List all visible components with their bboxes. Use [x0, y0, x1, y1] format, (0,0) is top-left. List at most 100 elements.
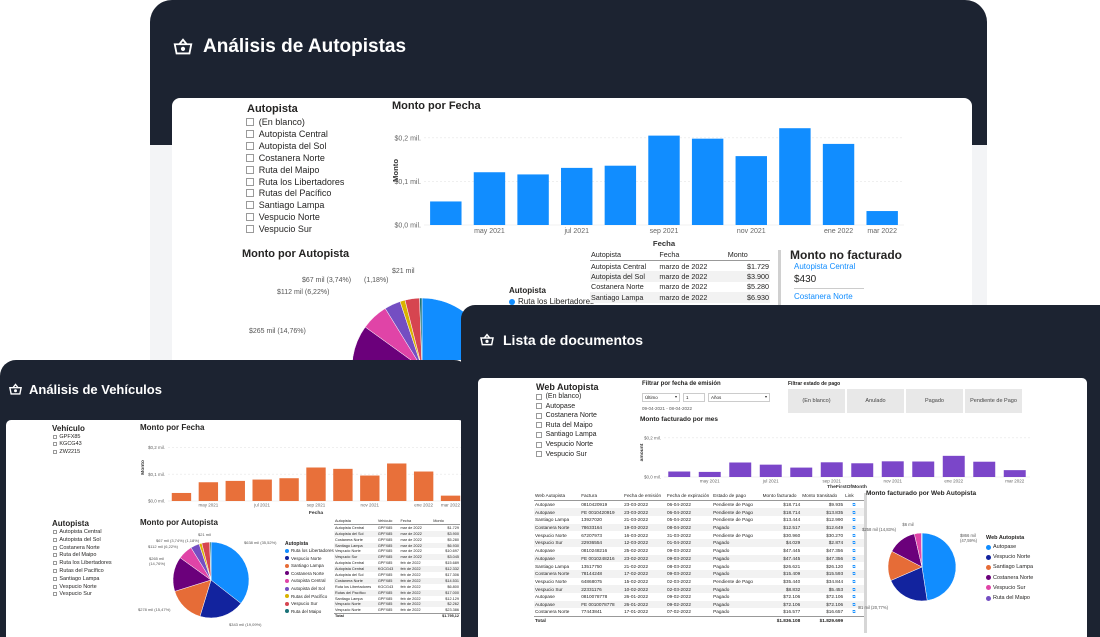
web-autopista-slicer-item[interactable]: Ruta del Maipo: [536, 422, 593, 429]
column-header[interactable]: Web Autopista: [534, 491, 581, 502]
vehiculo-slicer-item[interactable]: ZW2215: [53, 449, 80, 455]
checkbox-icon[interactable]: [536, 431, 542, 438]
column-header[interactable]: Fecha: [658, 248, 727, 261]
table-row[interactable]: Autopase FE 0010248216 23-02-2022 09-03-202…: [534, 554, 864, 563]
estado-option-button[interactable]: (En blanco): [788, 389, 845, 413]
web-autopista-slicer-item[interactable]: Vespucio Sur: [536, 451, 587, 458]
checkbox-icon[interactable]: [53, 561, 57, 566]
checkbox-icon[interactable]: [53, 569, 57, 573]
checkbox-icon[interactable]: [536, 393, 542, 400]
table-row[interactable]: Autopase 0810078778 26-01-2022 09-02-2022 Pa…: [534, 592, 864, 601]
table-row[interactable]: Autopase 0810420919 23-03-2022 06-04-2022 Pe…: [534, 500, 864, 509]
checkbox-icon[interactable]: [536, 441, 542, 448]
table-row[interactable]: Vespucio Sur 22331176 10-02-2022 02-03-2022…: [534, 585, 864, 593]
table-row[interactable]: Vespucio Norte 64868075 15-02-2022 02-03-20…: [534, 577, 864, 586]
column-header[interactable]: Monto: [726, 248, 770, 261]
checkbox-icon[interactable]: [53, 584, 57, 589]
checkbox-icon[interactable]: [536, 403, 542, 410]
web-autopista-slicer-item[interactable]: Costanera Norte: [536, 412, 597, 419]
vehiculo-autopista-slicer-item[interactable]: Ruta del Maipo: [53, 552, 96, 558]
vehiculo-autopista-slicer-item[interactable]: Autopista Central: [53, 529, 102, 535]
estado-option-button[interactable]: Pagado: [906, 389, 963, 413]
checkbox-icon[interactable]: [53, 545, 57, 550]
web-autopista-slicer-item[interactable]: (En blanco): [536, 393, 581, 400]
x-tick-label: jul 2021: [762, 479, 779, 484]
autopista-slicer-item[interactable]: Vespucio Norte: [246, 212, 320, 222]
vehiculo-autopista-slicer-item[interactable]: Vespucio Norte: [53, 584, 97, 590]
estado-option-button[interactable]: Anulado: [847, 389, 904, 413]
vehiculo-slicer-item[interactable]: KGCG43: [53, 441, 82, 447]
web-autopista-slicer-item[interactable]: Vespucio Norte: [536, 441, 593, 448]
column-header[interactable]: Autopista: [334, 517, 377, 526]
autopista-slicer-item[interactable]: Vespucio Sur: [246, 224, 312, 234]
vehiculo-slicer-item[interactable]: GPFX85: [53, 434, 80, 440]
checkbox-icon[interactable]: [246, 141, 254, 150]
checkbox-icon[interactable]: [536, 412, 542, 419]
table-row[interactable]: Santiago Lampa 13517750 21-02-2022 08-03-20…: [534, 562, 864, 570]
table-row[interactable]: Vespucio Sur 22936554 12-03-2022 01-04-2022…: [534, 539, 864, 547]
column-header[interactable]: Monto transitado: [801, 491, 845, 502]
column-header[interactable]: Fecha de expiración: [665, 491, 713, 502]
column-header[interactable]: Monto: [432, 517, 460, 526]
autopista-slicer-item[interactable]: Autopista del Sol: [246, 141, 326, 151]
checkbox-icon[interactable]: [246, 213, 254, 222]
column-header[interactable]: Factura: [580, 491, 624, 502]
checkbox-icon[interactable]: [246, 177, 254, 186]
checkbox-icon[interactable]: [246, 225, 254, 234]
checkbox-icon[interactable]: [53, 576, 57, 581]
web-autopista-slicer-item[interactable]: Santiago Lampa: [536, 431, 597, 438]
checkbox-icon[interactable]: [246, 165, 254, 174]
vehiculo-autopista-slicer-item[interactable]: Santiago Lampa: [53, 576, 99, 582]
vehiculo-autopista-slicer-item[interactable]: Ruta los Libertadores: [53, 560, 112, 566]
table-row[interactable]: Costanera Norte 78633164 19-03-2022 08-04-2…: [534, 523, 864, 532]
table-row[interactable]: Autopase FE 0010078778 26-01-2022 09-02-202…: [534, 600, 864, 609]
table-row[interactable]: Costanera Norte marzo de 2022 $5.280: [590, 281, 770, 292]
checkbox-icon[interactable]: [246, 129, 254, 138]
autopista-slicer-item[interactable]: Ruta del Maipo: [246, 165, 319, 175]
autopista-slicer-item[interactable]: Ruta los Libertadores: [246, 177, 344, 187]
filter-unit-dropdown[interactable]: Años ▾: [708, 393, 770, 402]
checkbox-icon[interactable]: [53, 537, 57, 542]
table-row[interactable]: Autopista del Sol marzo de 2022 $3.900: [590, 271, 770, 282]
column-header[interactable]: Estado de pago: [712, 491, 762, 502]
table-row[interactable]: Costanera Norte 77443841 17-01-2022 07-02-2…: [534, 608, 864, 616]
column-header[interactable]: Link: [844, 491, 864, 502]
autopista-slicer-item[interactable]: Rutas del Pacífico: [246, 188, 331, 198]
checkbox-icon[interactable]: [53, 530, 57, 534]
column-header[interactable]: Vehículo: [376, 517, 400, 526]
table-row[interactable]: Autopista Central marzo de 2022 $1.729: [590, 260, 770, 271]
checkbox-icon[interactable]: [246, 201, 254, 210]
checkbox-icon[interactable]: [53, 553, 57, 558]
table-row[interactable]: Santiago Lampa 13927020 21-03-2022 05-04-20…: [534, 516, 864, 524]
table-row[interactable]: Costanera Norte 78144248 17-02-2022 09-03-2…: [534, 569, 864, 578]
vehiculo-autopista-slicer-item[interactable]: Costanera Norte: [53, 545, 100, 551]
column-header[interactable]: Autopista: [590, 248, 659, 261]
table-row[interactable]: Autopase 0810248216 25-02-2022 09-03-2022 Pa…: [534, 546, 864, 555]
autopista-slicer-item[interactable]: Santiago Lampa: [246, 200, 324, 210]
web-autopista-slicer-item[interactable]: Autopase: [536, 403, 575, 410]
checkbox-icon[interactable]: [53, 435, 57, 439]
filter-period-dropdown[interactable]: Último ▾: [642, 393, 680, 402]
table-row[interactable]: Vespucio Norte 67207973 16-03-2022 31-03-20…: [534, 531, 864, 540]
estado-option-button[interactable]: Pendiente de Pago: [965, 389, 1022, 413]
filter-count-input[interactable]: 1: [683, 393, 705, 402]
column-header[interactable]: Fecha de emisión: [623, 491, 666, 502]
checkbox-icon[interactable]: [53, 442, 57, 447]
column-header[interactable]: Monto facturado: [761, 491, 802, 502]
autopista-slicer-item[interactable]: Autopista Central: [246, 129, 328, 139]
checkbox-icon[interactable]: [53, 449, 57, 454]
checkbox-icon[interactable]: [536, 422, 542, 429]
vehiculo-autopista-slicer-item[interactable]: Vespucio Sur: [53, 591, 92, 597]
checkbox-icon[interactable]: [246, 189, 254, 198]
vehiculo-autopista-slicer-item[interactable]: Autopista del Sol: [53, 537, 101, 543]
checkbox-icon[interactable]: [246, 153, 254, 162]
table-row[interactable]: Autopase FE 0010420919 23-03-2022 06-04-202…: [534, 508, 864, 517]
table-row[interactable]: Santiago Lampa marzo de 2022 $6.930: [590, 292, 770, 303]
autopista-slicer-item[interactable]: (En blanco): [246, 117, 305, 127]
checkbox-icon[interactable]: [53, 592, 57, 597]
column-header[interactable]: Fecha: [399, 517, 433, 526]
vehiculo-autopista-slicer-item[interactable]: Rutas del Pacífico: [53, 568, 104, 574]
checkbox-icon[interactable]: [536, 451, 542, 458]
autopista-slicer-item[interactable]: Costanera Norte: [246, 153, 325, 163]
checkbox-icon[interactable]: [246, 118, 254, 126]
